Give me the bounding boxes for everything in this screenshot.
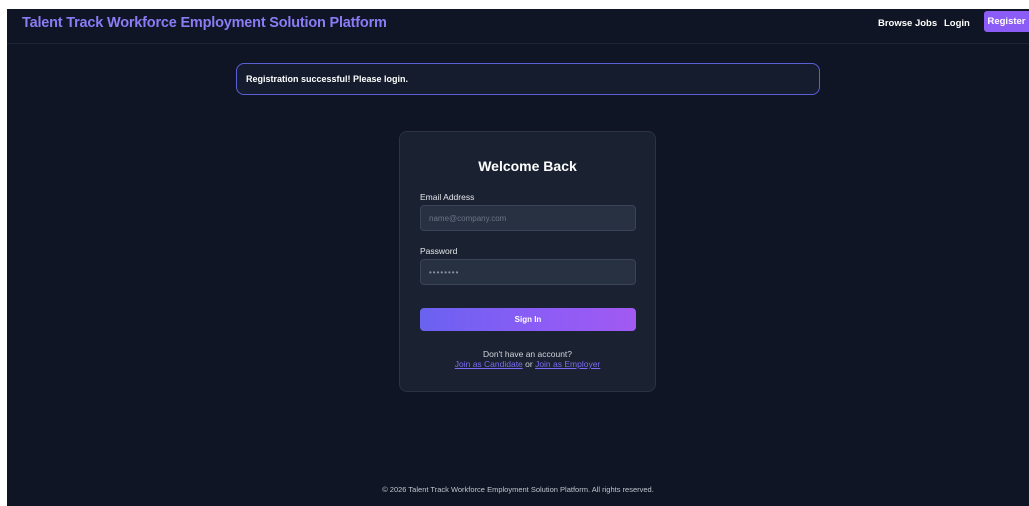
join-employer-link[interactable]: Join as Employer [535,359,600,369]
signup-links: Join as Candidate or Join as Employer [400,359,655,369]
top-navbar: Talent Track Workforce Employment Soluti… [7,9,1029,44]
footer-copyright: © 2026 Talent Track Workforce Employment… [382,485,654,494]
sign-in-button[interactable]: Sign In [420,308,636,331]
login-title: Welcome Back [478,158,577,174]
email-field[interactable] [420,205,636,231]
nav-browse-jobs-link[interactable]: Browse Jobs [878,18,937,29]
password-label: Password [420,246,458,256]
join-candidate-link[interactable]: Join as Candidate [455,359,523,369]
login-card: Welcome Back Email Address Password Sign… [399,131,656,392]
alert-message: Registration successful! Please login. [246,74,409,84]
nav-login-link[interactable]: Login [944,18,970,29]
success-alert: Registration successful! Please login. [236,63,820,95]
app-window: Talent Track Workforce Employment Soluti… [7,9,1029,506]
signup-prompt: Don't have an account? [482,349,573,359]
join-separator: or [522,359,536,369]
password-field[interactable] [420,259,636,285]
email-label: Email Address [420,192,475,202]
brand-title[interactable]: Talent Track Workforce Employment Soluti… [22,15,387,31]
nav-register-button[interactable]: Register [984,11,1029,32]
